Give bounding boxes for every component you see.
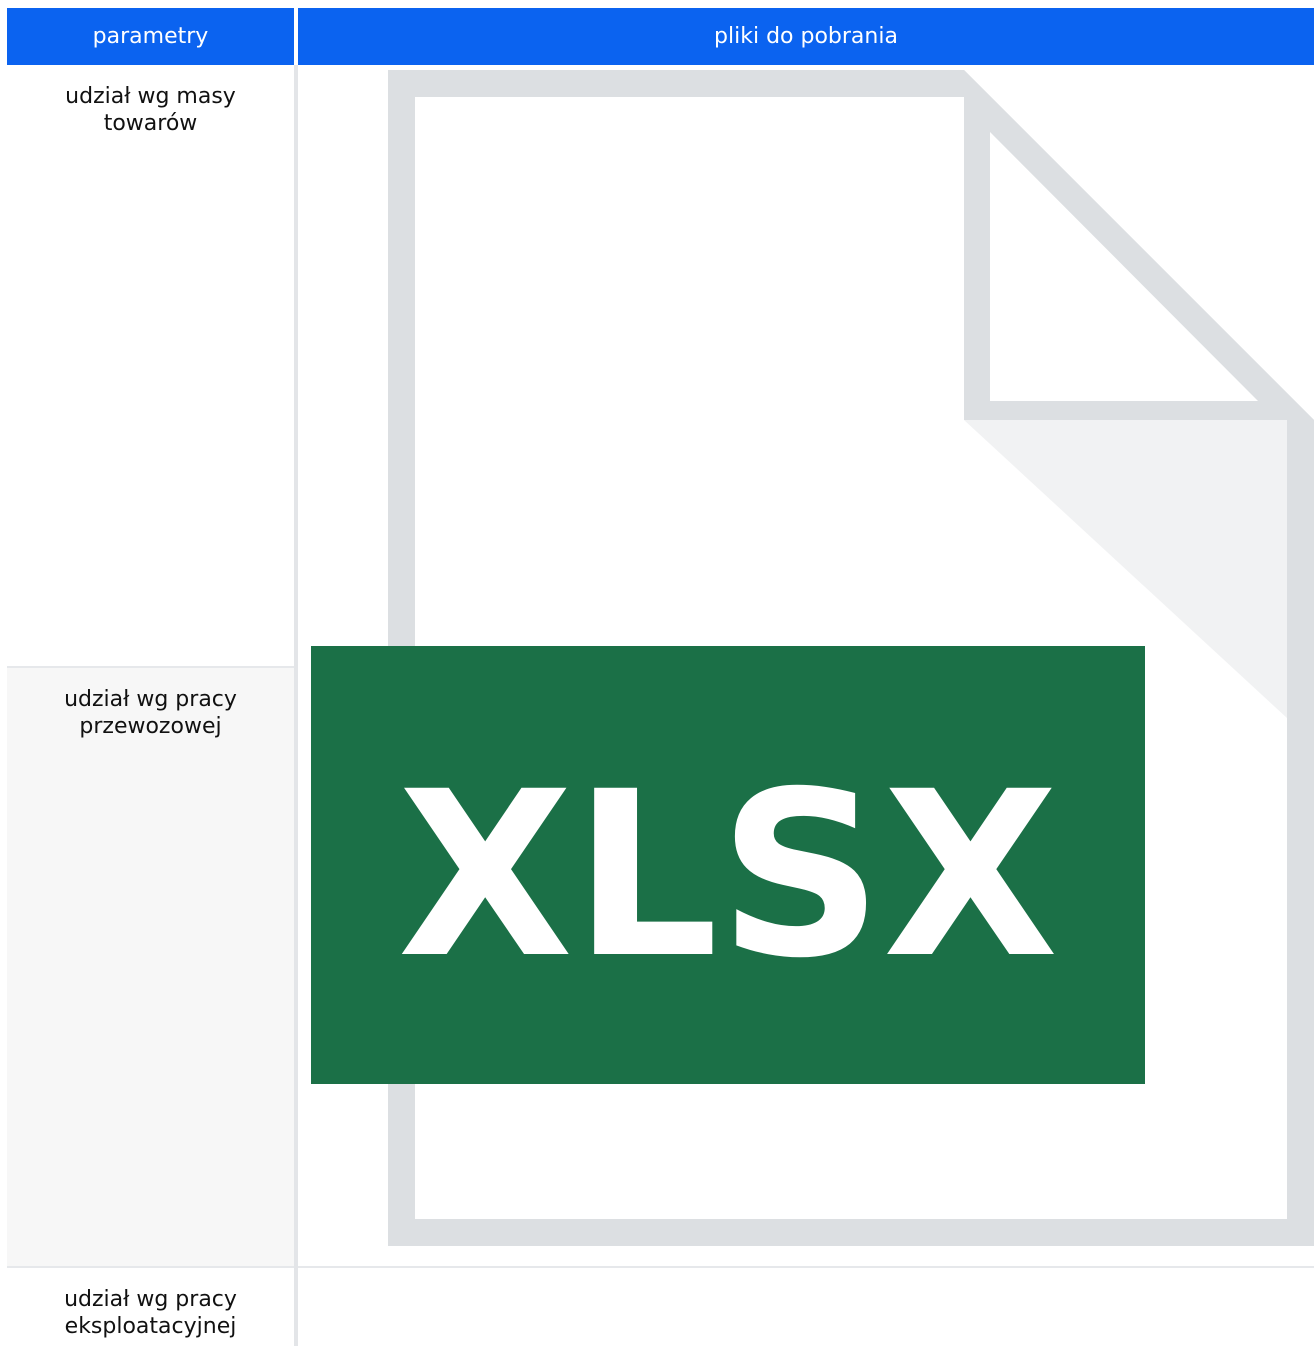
param-label: udział wg pracy eksploatacyjnej <box>64 1287 237 1339</box>
row-divider <box>298 1266 1314 1268</box>
xlsx-file-icon: XLSX <box>311 70 1314 1246</box>
param-cell-mass: udział wg masy towarów <box>7 65 294 666</box>
param-cell-operational-work: udział wg pracy eksploatacyjnej <box>7 1266 294 1346</box>
xlsx-file-download-link[interactable]: XLSX <box>304 70 1314 1246</box>
param-label: udział wg masy towarów <box>65 84 236 136</box>
column-header-params: parametry <box>7 8 294 65</box>
param-cell-transport-work: udział wg pracy przewozowej <box>7 666 294 1266</box>
table-header-row: parametry pliki do pobrania <box>7 8 1314 65</box>
xlsx-label: XLSX <box>397 742 1058 1008</box>
column-divider <box>294 65 298 1346</box>
column-header-files: pliki do pobrania <box>298 8 1314 65</box>
param-label: udział wg pracy przewozowej <box>64 687 237 739</box>
